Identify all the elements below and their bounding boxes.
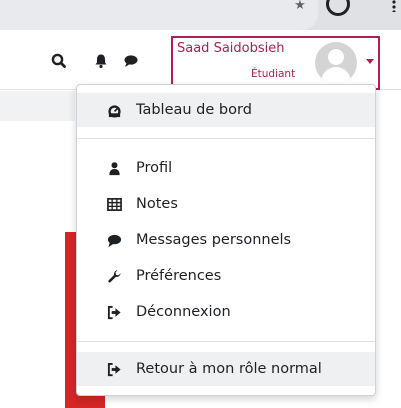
menu-divider <box>77 341 375 342</box>
menu-item-logout[interactable]: Déconnexion <box>77 295 375 329</box>
browser-menu-icon[interactable] <box>392 0 396 12</box>
address-bar-edge <box>0 0 318 30</box>
menu-item-label: Messages personnels <box>136 232 292 248</box>
sign-out-icon <box>107 305 122 320</box>
notifications-bell-icon[interactable] <box>92 52 110 70</box>
messages-chat-icon[interactable] <box>122 52 140 70</box>
avatar <box>315 42 357 84</box>
menu-item-label: Notes <box>136 196 178 212</box>
menu-item-messages[interactable]: Messages personnels <box>77 223 375 257</box>
menu-item-profile[interactable]: Profil <box>77 151 375 185</box>
menu-item-return-normal-role[interactable]: Retour à mon rôle normal <box>77 352 375 386</box>
menu-item-grades[interactable]: Notes <box>77 187 375 221</box>
menu-item-label: Profil <box>136 160 173 176</box>
table-icon <box>107 197 122 212</box>
user-icon <box>107 161 122 176</box>
user-role: Étudiant <box>251 68 296 80</box>
menu-item-dashboard[interactable]: Tableau de bord <box>77 93 375 127</box>
dashboard-icon <box>107 103 122 118</box>
browser-toolbar: ★ <box>0 0 401 30</box>
caret-down-icon <box>366 59 374 64</box>
menu-item-label: Retour à mon rôle normal <box>136 361 322 377</box>
user-name: Saad Saidobsieh <box>177 41 285 56</box>
menu-divider <box>77 138 375 139</box>
search-icon[interactable] <box>50 52 68 70</box>
sign-out-icon <box>107 362 122 377</box>
menu-item-label: Déconnexion <box>136 304 231 320</box>
menu-item-preferences[interactable]: Préférences <box>77 259 375 293</box>
comment-icon <box>107 233 122 248</box>
bookmark-star-icon[interactable]: ★ <box>293 0 307 12</box>
user-menu-toggle[interactable]: Saad Saidobsieh Étudiant <box>171 36 380 90</box>
menu-item-label: Préférences <box>136 268 222 284</box>
extension-icon[interactable] <box>326 0 350 16</box>
page-header-strip <box>0 91 75 121</box>
wrench-icon <box>107 269 122 284</box>
menu-item-label: Tableau de bord <box>136 102 252 118</box>
user-dropdown-menu: Tableau de bord Profil Notes Messages pe… <box>76 84 376 396</box>
